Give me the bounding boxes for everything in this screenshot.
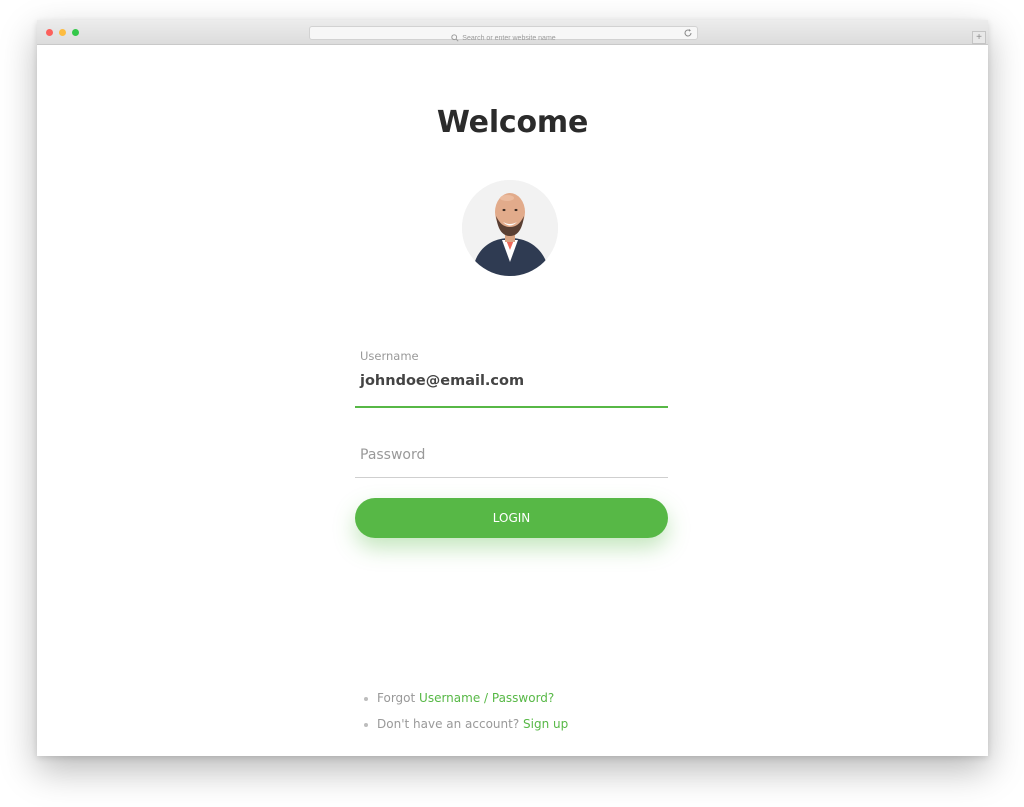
avatar-photo bbox=[462, 180, 558, 276]
password-input[interactable]: Password bbox=[360, 447, 425, 463]
search-icon bbox=[451, 34, 459, 42]
reload-icon[interactable] bbox=[683, 28, 693, 38]
address-bar[interactable]: Search or enter website name bbox=[309, 26, 698, 42]
avatar bbox=[462, 180, 558, 276]
help-links: Forgot Username / Password? Don't have a… bbox=[364, 685, 568, 737]
bullet-icon bbox=[364, 697, 368, 701]
browser-toolbar: Search or enter website name + bbox=[37, 20, 988, 45]
page-title: Welcome bbox=[436, 105, 589, 140]
username-field[interactable]: Username johndoe@email.com bbox=[355, 343, 668, 408]
forgot-item: Forgot Username / Password? bbox=[364, 685, 568, 711]
signup-item: Don't have an account? Sign up bbox=[364, 711, 568, 737]
browser-window: Search or enter website name + Welcome U… bbox=[37, 20, 988, 756]
forgot-credentials-link[interactable]: Username / Password? bbox=[419, 691, 554, 705]
username-label: Username bbox=[360, 349, 419, 363]
minimize-window-button[interactable] bbox=[59, 29, 66, 36]
address-bar-content: Search or enter website name bbox=[451, 32, 556, 44]
signup-link[interactable]: Sign up bbox=[523, 717, 568, 731]
address-placeholder: Search or enter website name bbox=[462, 34, 556, 42]
login-button[interactable]: LOGIN bbox=[355, 498, 668, 538]
new-tab-button[interactable]: + bbox=[972, 31, 986, 44]
username-input[interactable]: johndoe@email.com bbox=[360, 373, 524, 389]
page-content: Welcome Username johndoe@email.com Passw… bbox=[37, 45, 988, 756]
forgot-prefix: Forgot bbox=[377, 691, 416, 705]
close-window-button[interactable] bbox=[46, 29, 53, 36]
bullet-icon bbox=[364, 723, 368, 727]
zoom-window-button[interactable] bbox=[72, 29, 79, 36]
signup-prefix: Don't have an account? bbox=[377, 717, 520, 731]
password-field[interactable]: Password bbox=[355, 425, 668, 478]
